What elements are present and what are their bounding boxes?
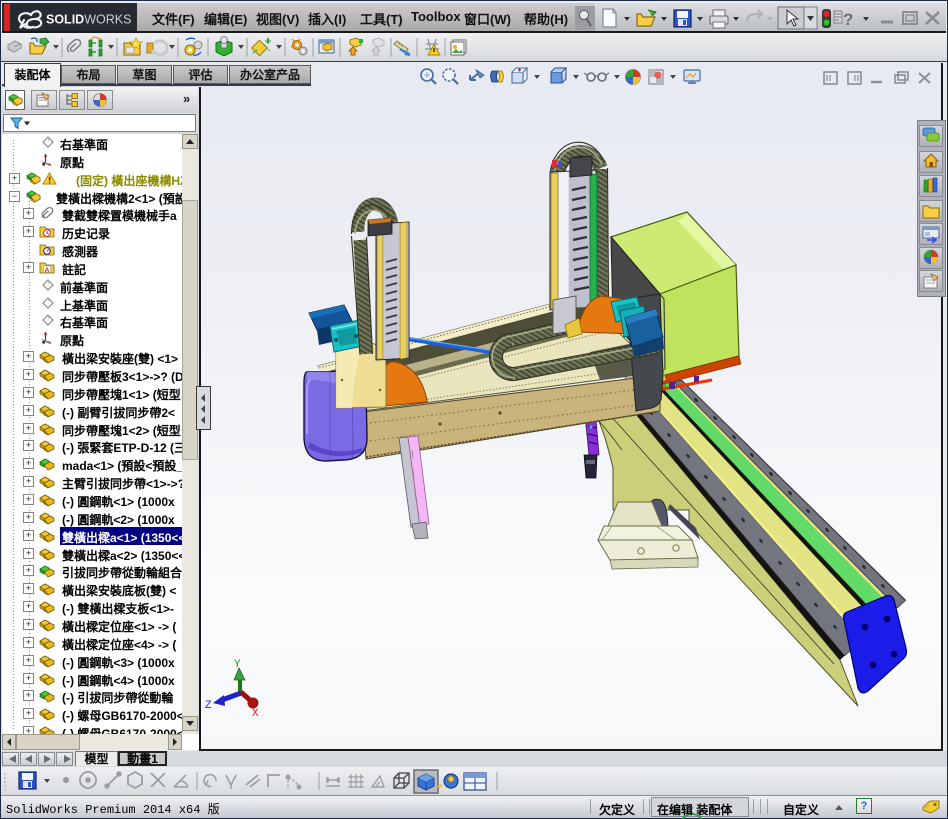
svg-text:X: X (252, 708, 259, 720)
svg-text:SOLIDWORKS: SOLIDWORKS (46, 13, 131, 27)
svg-text:Z: Z (205, 700, 212, 712)
svg-text:?: ? (843, 10, 853, 29)
svg-text:Y: Y (234, 659, 241, 671)
